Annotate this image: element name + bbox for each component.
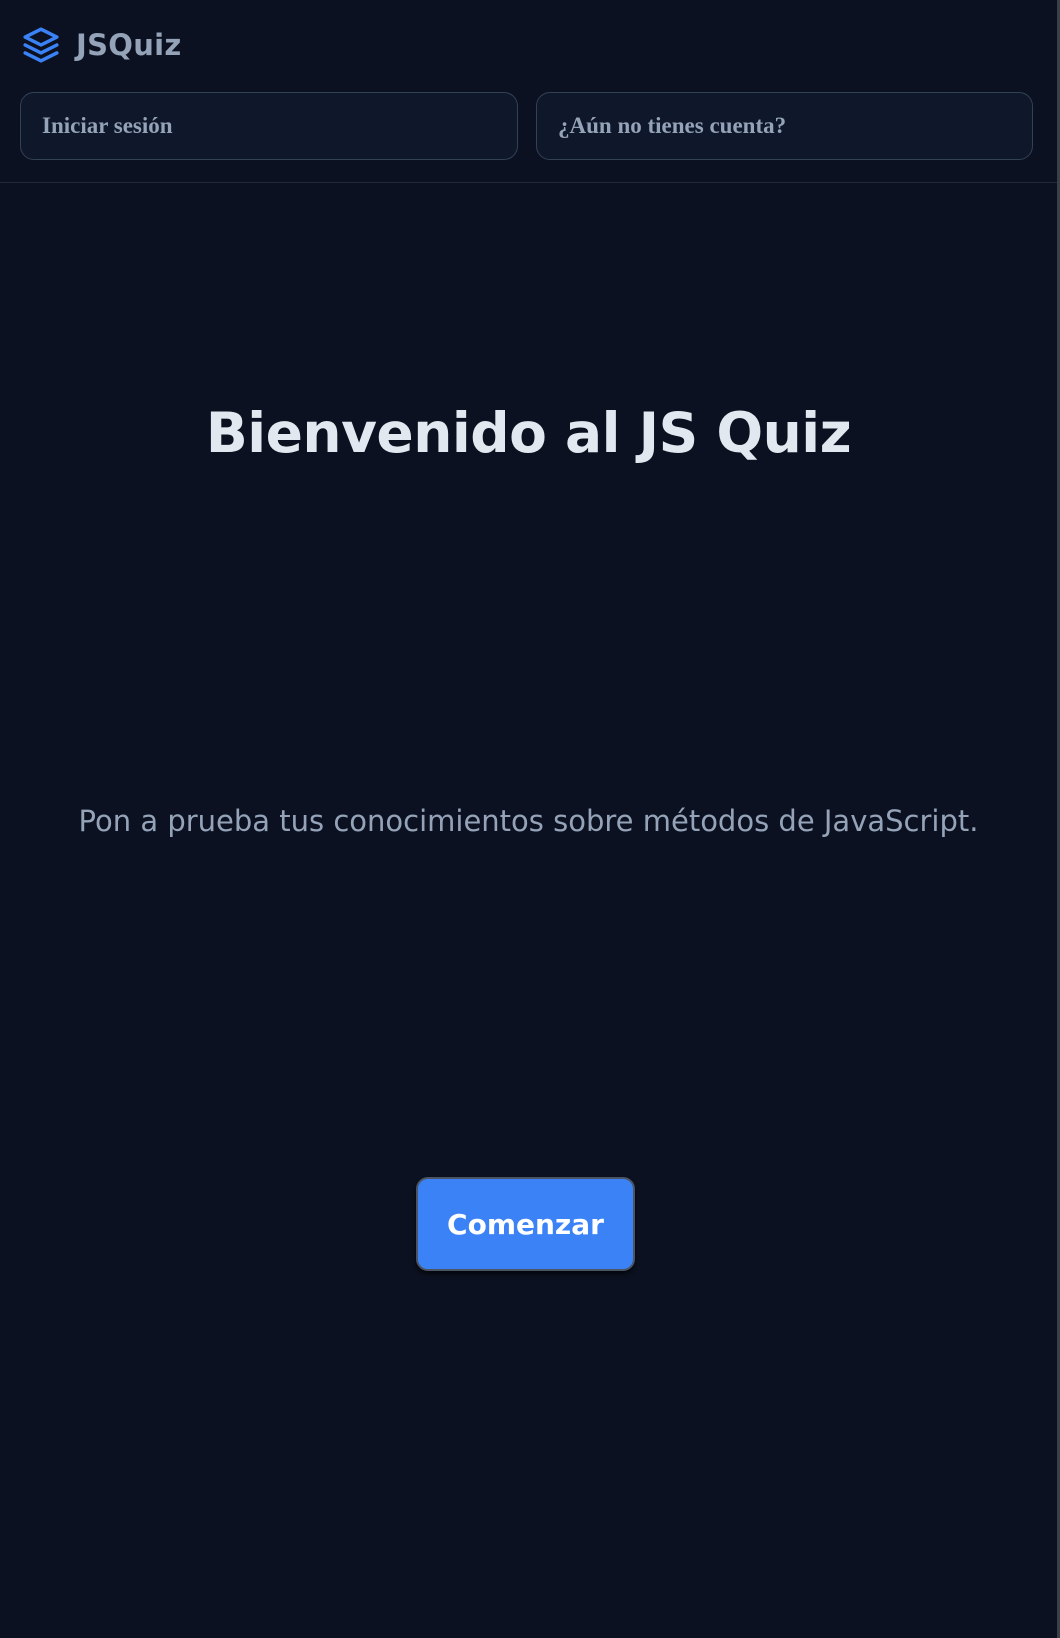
brand-logo[interactable]: JSQuiz bbox=[22, 24, 182, 66]
layers-icon bbox=[22, 25, 60, 65]
page-subtitle: Pon a prueba tus conocimientos sobre mét… bbox=[78, 804, 979, 838]
top-header: JSQuiz Iniciar sesión ¿Aún no tienes cue… bbox=[0, 0, 1057, 183]
app-root: JSQuiz Iniciar sesión ¿Aún no tienes cue… bbox=[0, 0, 1057, 1638]
brand-name: JSQuiz bbox=[76, 28, 182, 62]
login-button[interactable]: Iniciar sesión bbox=[20, 92, 518, 160]
signup-button[interactable]: ¿Aún no tienes cuenta? bbox=[536, 92, 1033, 160]
start-button[interactable]: Comenzar bbox=[416, 1177, 635, 1271]
page-title: Bienvenido al JS Quiz bbox=[205, 401, 852, 465]
